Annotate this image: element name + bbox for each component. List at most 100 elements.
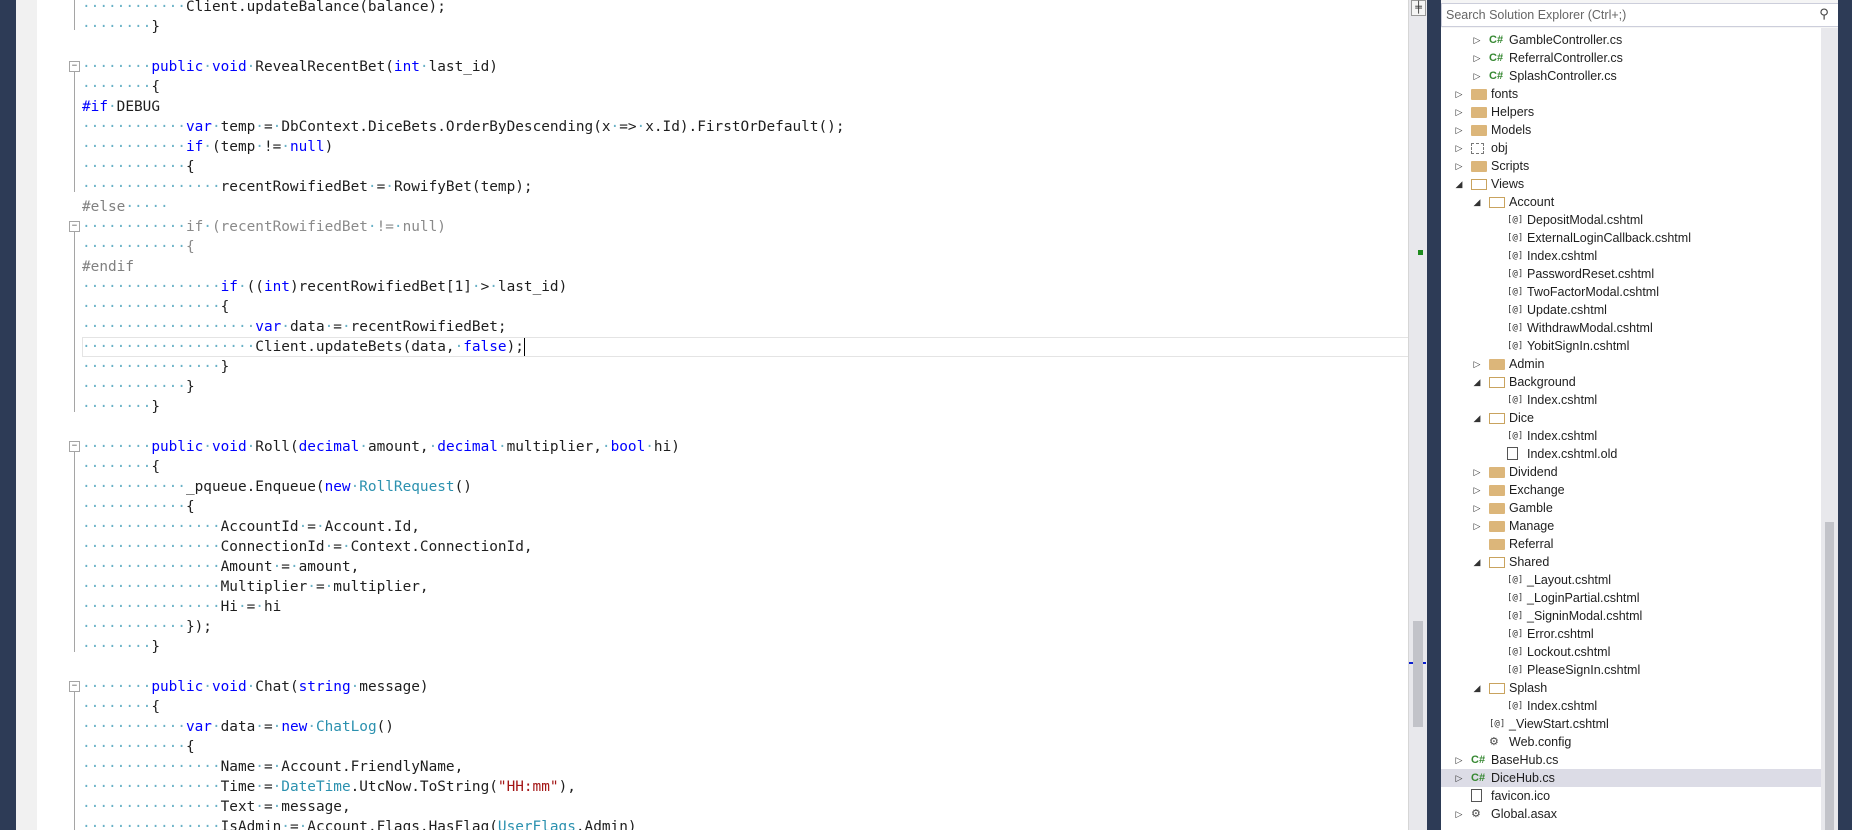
code-line[interactable]: ········{ xyxy=(82,697,160,717)
collapsed-arrow-icon[interactable]: ▷ xyxy=(1453,85,1465,103)
code-line[interactable]: #endif xyxy=(82,257,134,277)
solution-explorer-search[interactable]: ⚲ xyxy=(1441,3,1839,27)
tree-item[interactable]: [@] _ViewStart.cshtml xyxy=(1441,715,1821,733)
code-line[interactable]: ················IsAdmin·=·Account.Flags.… xyxy=(82,817,637,830)
collapsed-arrow-icon[interactable]: ▷ xyxy=(1453,805,1465,823)
code-line[interactable]: ············} xyxy=(82,377,195,397)
tree-item[interactable]: [@] WithdrawModal.cshtml xyxy=(1441,319,1821,337)
tree-item[interactable]: ▷ C# DiceHub.cs xyxy=(1441,769,1821,787)
search-input[interactable] xyxy=(1446,6,1806,24)
tree-item[interactable]: ◢ Account xyxy=(1441,193,1821,211)
code-line[interactable]: ················Name·=·Account.FriendlyN… xyxy=(82,757,463,777)
tree-item[interactable]: favicon.ico xyxy=(1441,787,1821,805)
code-line[interactable]: ············var·temp·=·DbContext.DiceBet… xyxy=(82,117,845,137)
expanded-arrow-icon[interactable]: ◢ xyxy=(1471,409,1483,427)
tree-item[interactable]: [@] _SigninModal.cshtml xyxy=(1441,607,1821,625)
code-line[interactable]: ················Time·=·DateTime.UtcNow.T… xyxy=(82,777,576,797)
tree-item[interactable]: [@] PasswordReset.cshtml xyxy=(1441,265,1821,283)
code-line[interactable]: ············}); xyxy=(82,617,212,637)
code-line[interactable]: ············if·(recentRowifiedBet·!=·nul… xyxy=(82,217,446,237)
tree-item[interactable]: [@] Index.cshtml xyxy=(1441,391,1821,409)
code-line[interactable]: ················Amount·=·amount, xyxy=(82,557,359,577)
tree-item[interactable]: ▷ Manage xyxy=(1441,517,1821,535)
code-editor[interactable]: ············Client.updateBalance(balance… xyxy=(16,0,1422,830)
tree-item[interactable]: Index.cshtml.old xyxy=(1441,445,1821,463)
code-line[interactable]: ············{ xyxy=(82,737,195,757)
tree-item[interactable]: ▷ Helpers xyxy=(1441,103,1821,121)
collapsed-arrow-icon[interactable]: ▷ xyxy=(1453,157,1465,175)
split-window-icon[interactable]: ╪ xyxy=(1411,0,1426,16)
tree-item[interactable]: [@] PleaseSignIn.cshtml xyxy=(1441,661,1821,679)
code-line[interactable]: ············{ xyxy=(82,237,195,257)
expanded-arrow-icon[interactable]: ◢ xyxy=(1471,679,1483,697)
code-line[interactable]: ········} xyxy=(82,637,160,657)
solution-tree[interactable]: ▷ C# GambleController.cs ▷ C# ReferralControl… xyxy=(1441,28,1821,830)
code-line[interactable]: ········} xyxy=(82,397,160,417)
expanded-arrow-icon[interactable]: ◢ xyxy=(1471,373,1483,391)
expanded-arrow-icon[interactable]: ◢ xyxy=(1471,553,1483,571)
code-line[interactable]: ····················var·data·=·recentRow… xyxy=(82,317,507,337)
code-line[interactable]: ················Hi·=·hi xyxy=(82,597,281,617)
collapsed-arrow-icon[interactable]: ▷ xyxy=(1471,355,1483,373)
code-line[interactable]: ············{ xyxy=(82,157,195,177)
tree-item[interactable]: [@] Update.cshtml xyxy=(1441,301,1821,319)
tree-item[interactable]: ▷ C# GambleController.cs xyxy=(1441,31,1821,49)
tree-item[interactable]: ◢ Dice xyxy=(1441,409,1821,427)
code-line[interactable]: ················{ xyxy=(82,297,229,317)
tree-item[interactable]: ▷ C# BaseHub.cs xyxy=(1441,751,1821,769)
collapsed-arrow-icon[interactable]: ▷ xyxy=(1453,751,1465,769)
code-line[interactable]: #if·DEBUG xyxy=(82,97,160,117)
tree-item[interactable]: ◢ Splash xyxy=(1441,679,1821,697)
code-line[interactable]: ················} xyxy=(82,357,229,377)
collapsed-arrow-icon[interactable]: ▷ xyxy=(1471,499,1483,517)
code-line[interactable]: ············_pqueue.Enqueue(new·RollRequ… xyxy=(82,477,472,497)
code-line[interactable]: ················if·((int)recentRowifiedB… xyxy=(82,277,567,297)
code-line[interactable]: ········public·void·Chat(string·message) xyxy=(82,677,429,697)
tree-item[interactable]: ◢ Shared xyxy=(1441,553,1821,571)
tree-item[interactable]: ▷ fonts xyxy=(1441,85,1821,103)
code-line[interactable]: ················ConnectionId·=·Context.C… xyxy=(82,537,533,557)
code-line[interactable]: ············var·data·=·new·ChatLog() xyxy=(82,717,394,737)
tree-item[interactable]: ▷ Models xyxy=(1441,121,1821,139)
code-line[interactable]: ········public·void·Roll(decimal·amount,… xyxy=(82,437,680,457)
expanded-arrow-icon[interactable]: ◢ xyxy=(1471,193,1483,211)
tree-item[interactable]: ▷ Admin xyxy=(1441,355,1821,373)
code-line[interactable]: ················Text·=·message, xyxy=(82,797,351,817)
code-line[interactable]: ····················Client.updateBets(da… xyxy=(82,337,525,357)
editor-vertical-scrollbar[interactable]: ╪ xyxy=(1408,0,1427,830)
code-line[interactable]: ················AccountId·=·Account.Id, xyxy=(82,517,420,537)
tree-item[interactable]: ▷ C# SplashController.cs xyxy=(1441,67,1821,85)
code-line[interactable]: ········} xyxy=(82,17,160,37)
tree-item[interactable]: ▷ Gamble xyxy=(1441,499,1821,517)
code-line[interactable]: ············{ xyxy=(82,497,195,517)
tree-item[interactable]: [@] Lockout.cshtml xyxy=(1441,643,1821,661)
tree-item[interactable]: [@] Index.cshtml xyxy=(1441,427,1821,445)
code-line[interactable]: ················recentRowifiedBet·=·Rowi… xyxy=(82,177,533,197)
collapsed-arrow-icon[interactable]: ▷ xyxy=(1471,67,1483,85)
tree-item[interactable]: [@] Index.cshtml xyxy=(1441,247,1821,265)
solution-explorer-scrollbar[interactable] xyxy=(1821,28,1838,830)
expanded-arrow-icon[interactable]: ◢ xyxy=(1453,175,1465,193)
collapsed-arrow-icon[interactable]: ▷ xyxy=(1471,481,1483,499)
tree-item[interactable]: ▷ ⚙ Global.asax xyxy=(1441,805,1821,823)
tree-item[interactable]: ◢ Views xyxy=(1441,175,1821,193)
tree-item[interactable]: ▷ Exchange xyxy=(1441,481,1821,499)
tree-item[interactable]: ▷ C# ReferralController.cs xyxy=(1441,49,1821,67)
collapsed-arrow-icon[interactable]: ▷ xyxy=(1471,517,1483,535)
code-line[interactable]: ············Client.updateBalance(balance… xyxy=(82,0,446,17)
tree-item[interactable]: [@] TwoFactorModal.cshtml xyxy=(1441,283,1821,301)
tree-item[interactable]: [@] Error.cshtml xyxy=(1441,625,1821,643)
collapsed-arrow-icon[interactable]: ▷ xyxy=(1471,31,1483,49)
solution-explorer-scroll-thumb[interactable] xyxy=(1825,522,1834,830)
tree-item[interactable]: ⚙ Web.config xyxy=(1441,733,1821,751)
collapsed-arrow-icon[interactable]: ▷ xyxy=(1471,463,1483,481)
collapse-region-icon[interactable]: − xyxy=(69,681,80,692)
collapse-region-icon[interactable]: − xyxy=(69,221,80,232)
collapsed-arrow-icon[interactable]: ▷ xyxy=(1453,121,1465,139)
tree-item[interactable]: ▷ Scripts xyxy=(1441,157,1821,175)
code-line[interactable]: ········public·void·RevealRecentBet(int·… xyxy=(82,57,498,77)
code-text-area[interactable]: ············Client.updateBalance(balance… xyxy=(82,0,1422,830)
editor-scroll-thumb[interactable] xyxy=(1413,621,1423,727)
tree-item[interactable]: [@] _Layout.cshtml xyxy=(1441,571,1821,589)
tree-item[interactable]: [@] _LoginPartial.cshtml xyxy=(1441,589,1821,607)
